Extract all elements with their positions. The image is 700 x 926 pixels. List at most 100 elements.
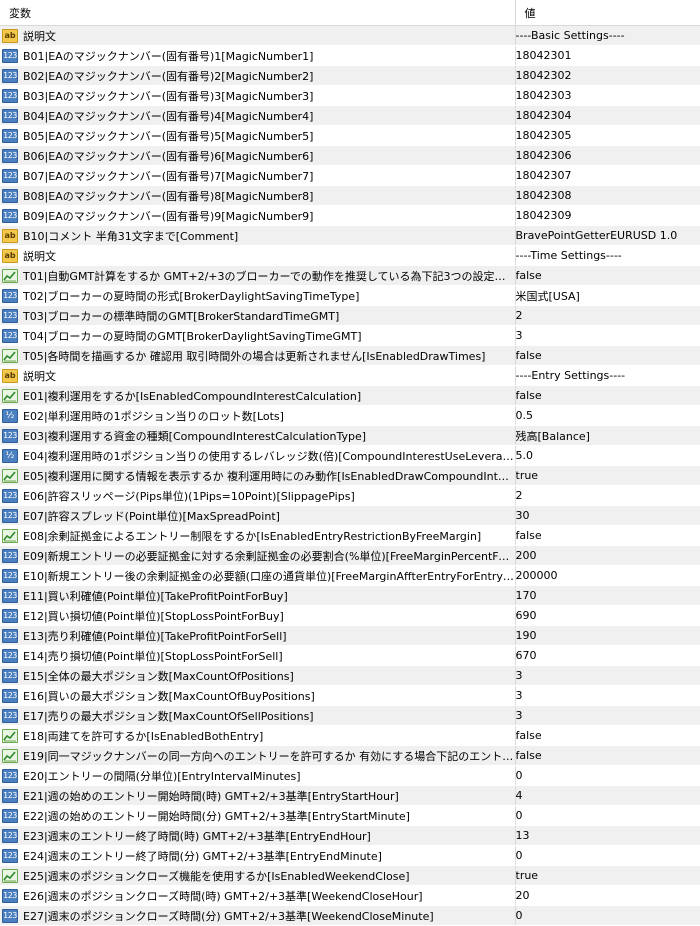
- parameter-value[interactable]: 残高[Balance]: [515, 425, 700, 446]
- parameter-value[interactable]: 3: [515, 665, 700, 686]
- table-row[interactable]: E19|同一マジックナンバーの同一方向へのエントリーを許可するか 有効にする場合…: [0, 745, 700, 766]
- table-row[interactable]: ab 説明文 ----Basic Settings----: [0, 25, 700, 46]
- parameter-value[interactable]: 4: [515, 785, 700, 806]
- table-row[interactable]: 123 E06|許容スリッページ(Pips単位)(1Pips=10Point)[S…: [0, 485, 700, 506]
- parameter-value[interactable]: false: [515, 725, 700, 746]
- parameter-value[interactable]: 2: [515, 305, 700, 326]
- table-row[interactable]: 123 B05|EAのマジックナンバー(固有番号)5[MagicNumber5] 1…: [0, 125, 700, 146]
- parameter-value[interactable]: 18042301: [515, 45, 700, 66]
- table-row[interactable]: 123 B04|EAのマジックナンバー(固有番号)4[MagicNumber4] 1…: [0, 105, 700, 126]
- parameter-value[interactable]: BravePointGetterEURUSD 1.0: [515, 225, 700, 246]
- parameter-name: 123 B08|EAのマジックナンバー(固有番号)8[MagicNumber8]: [0, 188, 514, 204]
- table-row[interactable]: 123 E07|許容スプレッド(Point単位)[MaxSpreadPoint] 3…: [0, 505, 700, 526]
- parameter-value[interactable]: 18042309: [515, 205, 700, 226]
- table-row[interactable]: E08|余剰証拠金によるエントリー制限をするか[IsEnabledEntryRe…: [0, 525, 700, 546]
- table-row[interactable]: 123 E10|新規エントリー後の余剰証拠金の必要額(口座の通貨単位)[FreeM…: [0, 565, 700, 586]
- table-row[interactable]: 123 B07|EAのマジックナンバー(固有番号)7[MagicNumber7] 1…: [0, 165, 700, 186]
- parameter-value[interactable]: 670: [515, 645, 700, 666]
- table-row[interactable]: 123 E03|複利運用する資金の種類[CompoundInterestCalcu…: [0, 425, 700, 446]
- parameter-value[interactable]: ----Entry Settings----: [515, 365, 700, 386]
- table-row[interactable]: 123 E17|売りの最大ポジション数[MaxCountOfSellPositio…: [0, 705, 700, 726]
- table-row[interactable]: 123 B09|EAのマジックナンバー(固有番号)9[MagicNumber9] 1…: [0, 205, 700, 226]
- table-row[interactable]: 123 E14|売り損切値(Point単位)[StopLossPointForSe…: [0, 645, 700, 666]
- table-row[interactable]: 123 B06|EAのマジックナンバー(固有番号)6[MagicNumber6] 1…: [0, 145, 700, 166]
- column-header-value[interactable]: 値: [515, 0, 700, 26]
- parameter-value[interactable]: true: [515, 865, 700, 886]
- parameter-value[interactable]: 3: [515, 325, 700, 346]
- table-row[interactable]: 123 E15|全体の最大ポジション数[MaxCountOfPositions] 3: [0, 665, 700, 686]
- parameter-value[interactable]: false: [515, 385, 700, 406]
- table-row[interactable]: 123 E12|買い損切値(Point単位)[StopLossPointForBu…: [0, 605, 700, 626]
- table-row[interactable]: 123 E11|買い利確値(Point単位)[TakeProfitPointFor…: [0, 585, 700, 606]
- table-row[interactable]: ab 説明文 ----Time Settings----: [0, 245, 700, 266]
- parameter-value[interactable]: 0: [515, 805, 700, 826]
- table-row[interactable]: 123 B03|EAのマジックナンバー(固有番号)3[MagicNumber3] 1…: [0, 85, 700, 106]
- table-row[interactable]: 123 E13|売り利確値(Point単位)[TakeProfitPointFor…: [0, 625, 700, 646]
- table-row[interactable]: 123 B08|EAのマジックナンバー(固有番号)8[MagicNumber8] 1…: [0, 185, 700, 206]
- table-row[interactable]: 123 B01|EAのマジックナンバー(固有番号)1[MagicNumber1] 1…: [0, 45, 700, 66]
- parameter-value[interactable]: ----Time Settings----: [515, 245, 700, 266]
- table-row[interactable]: 123 E26|週末のポジションクローズ時間(時) GMT+2/+3基準[Week…: [0, 885, 700, 906]
- parameter-name-label: T01|自動GMT計算をするか GMT+2/+3のブローカーでの動作を推奨してい…: [23, 269, 515, 283]
- parameter-value[interactable]: 米国式[USA]: [515, 285, 700, 306]
- parameter-value[interactable]: 18042302: [515, 65, 700, 86]
- parameter-value[interactable]: 0: [515, 765, 700, 786]
- parameter-name-cell: E01|複利運用をするか[IsEnabledCompoundInterestCa…: [0, 385, 516, 406]
- parameter-value[interactable]: 18042308: [515, 185, 700, 206]
- parameter-value[interactable]: 5.0: [515, 445, 700, 466]
- table-row[interactable]: ½ E04|複利運用時の1ポジション当りの使用するレバレッジ数(倍)[Compou…: [0, 445, 700, 466]
- parameter-name-label: E02|単利運用時の1ポジション当りのロット数[Lots]: [23, 409, 284, 423]
- table-row[interactable]: 123 E09|新規エントリーの必要証拠金に対する余剰証拠金の必要割合(%単位)[…: [0, 545, 700, 566]
- table-row[interactable]: T01|自動GMT計算をするか GMT+2/+3のブローカーでの動作を推奨してい…: [0, 265, 700, 286]
- parameter-name-label: T04|ブローカーの夏時間のGMT[BrokerDaylightSavingTi…: [23, 329, 362, 343]
- parameter-value[interactable]: 170: [515, 585, 700, 606]
- table-row[interactable]: 123 E23|週末のエントリー終了時間(時) GMT+2/+3基準[EntryE…: [0, 825, 700, 846]
- parameter-name: 123 E22|週の始めのエントリー開始時間(分) GMT+2/+3基準[Entr…: [0, 808, 514, 824]
- table-row[interactable]: 123 E16|買いの最大ポジション数[MaxCountOfBuyPosition…: [0, 685, 700, 706]
- parameter-value[interactable]: ----Basic Settings----: [515, 25, 700, 46]
- parameter-value[interactable]: 690: [515, 605, 700, 626]
- table-row[interactable]: 123 E20|エントリーの間隔(分単位)[EntryIntervalMinute…: [0, 765, 700, 786]
- parameter-name-label: E01|複利運用をするか[IsEnabledCompoundInterestCa…: [23, 389, 362, 403]
- table-row[interactable]: 123 E22|週の始めのエントリー開始時間(分) GMT+2/+3基準[Entr…: [0, 805, 700, 826]
- parameter-value[interactable]: false: [515, 265, 700, 286]
- table-row[interactable]: E25|週末のポジションクローズ機能を使用するか[IsEnabledWeeken…: [0, 865, 700, 886]
- parameter-value[interactable]: false: [515, 525, 700, 546]
- parameter-value[interactable]: 18042304: [515, 105, 700, 126]
- table-row[interactable]: 123 B02|EAのマジックナンバー(固有番号)2[MagicNumber2] 1…: [0, 65, 700, 86]
- parameter-value[interactable]: 190: [515, 625, 700, 646]
- parameter-value[interactable]: true: [515, 465, 700, 486]
- parameter-value[interactable]: false: [515, 745, 700, 766]
- parameter-value[interactable]: 200000: [515, 565, 700, 586]
- parameter-value[interactable]: 18042305: [515, 125, 700, 146]
- table-row[interactable]: E05|複利運用に関する情報を表示するか 複利運用時にのみ動作[IsEnable…: [0, 465, 700, 486]
- column-header-variable[interactable]: 変数: [0, 0, 516, 26]
- parameter-value[interactable]: 13: [515, 825, 700, 846]
- parameter-value[interactable]: 0: [515, 905, 700, 926]
- table-row[interactable]: 123 E27|週末のポジションクローズ時間(分) GMT+2/+3基準[Week…: [0, 905, 700, 926]
- table-row[interactable]: ½ E02|単利運用時の1ポジション当りのロット数[Lots] 0.5: [0, 405, 700, 426]
- table-row[interactable]: 123 T03|ブローカーの標準時間のGMT[BrokerStandardTime…: [0, 305, 700, 326]
- parameter-value[interactable]: false: [515, 345, 700, 366]
- table-row[interactable]: 123 E21|週の始めのエントリー開始時間(時) GMT+2/+3基準[Entr…: [0, 785, 700, 806]
- parameter-value[interactable]: 0.5: [515, 405, 700, 426]
- parameter-value[interactable]: 2: [515, 485, 700, 506]
- parameter-value[interactable]: 3: [515, 685, 700, 706]
- table-row[interactable]: ab 説明文 ----Entry Settings----: [0, 365, 700, 386]
- table-row[interactable]: 123 E24|週末のエントリー終了時間(分) GMT+2/+3基準[EntryE…: [0, 845, 700, 866]
- parameter-value[interactable]: 20: [515, 885, 700, 906]
- parameter-value[interactable]: 200: [515, 545, 700, 566]
- parameter-value[interactable]: 18042303: [515, 85, 700, 106]
- table-row[interactable]: E01|複利運用をするか[IsEnabledCompoundInterestCa…: [0, 385, 700, 406]
- table-row[interactable]: 123 T02|ブローカーの夏時間の形式[BrokerDaylightSaving…: [0, 285, 700, 306]
- parameter-value[interactable]: 18042307: [515, 165, 700, 186]
- table-row[interactable]: E18|両建てを許可するか[IsEnabledBothEntry] false: [0, 725, 700, 746]
- parameter-value[interactable]: 3: [515, 705, 700, 726]
- table-row[interactable]: T05|各時間を描画するか 確認用 取引時間外の場合は更新されません[IsEna…: [0, 345, 700, 366]
- table-row[interactable]: ab B10|コメント 半角31文字まで[Comment] BravePointGe…: [0, 225, 700, 246]
- parameter-value[interactable]: 18042306: [515, 145, 700, 166]
- parameter-value[interactable]: 30: [515, 505, 700, 526]
- parameter-value[interactable]: 0: [515, 845, 700, 866]
- parameter-name-cell: ab 説明文: [0, 245, 516, 266]
- table-row[interactable]: 123 T04|ブローカーの夏時間のGMT[BrokerDaylightSavin…: [0, 325, 700, 346]
